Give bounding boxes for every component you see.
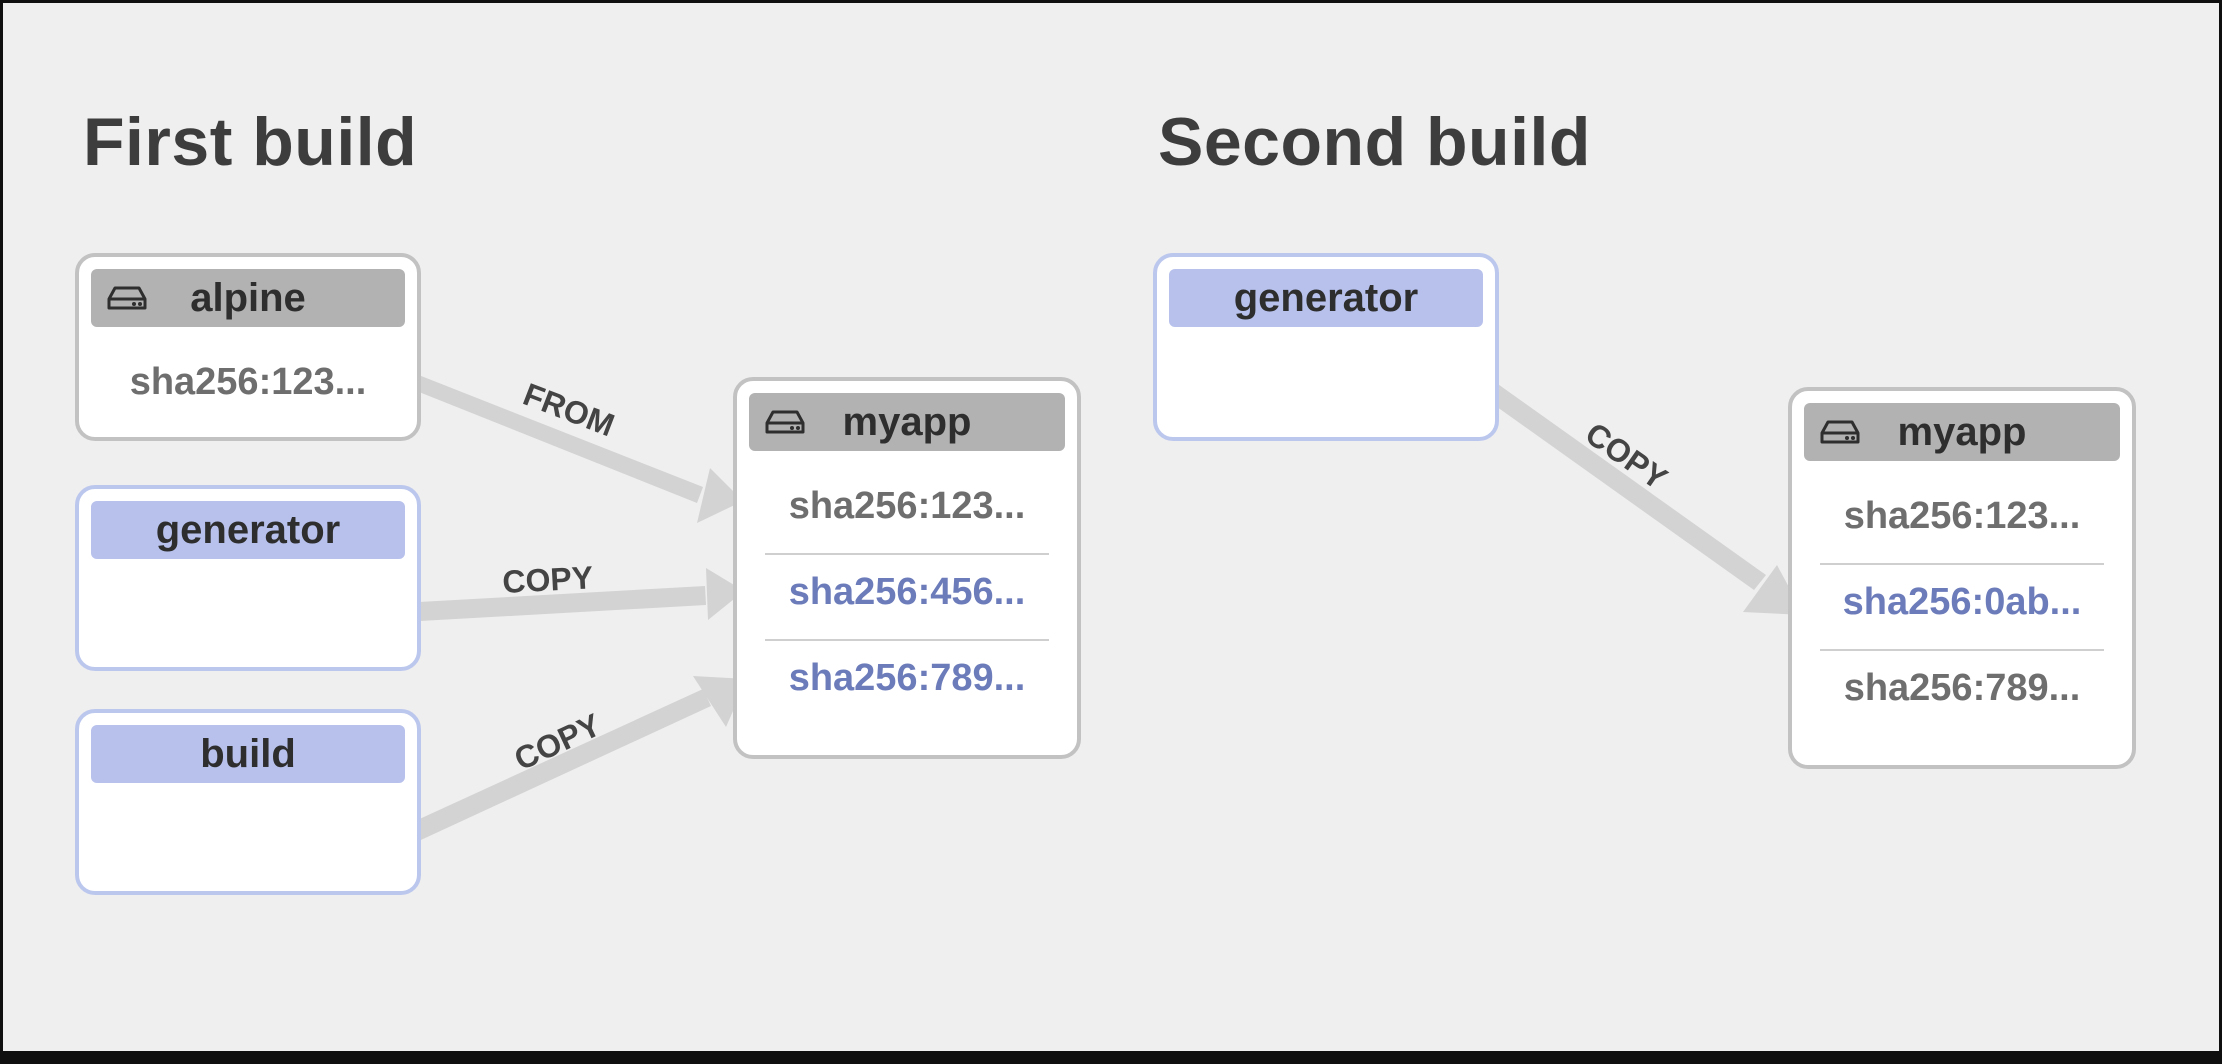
generator-stage-box: generator	[75, 485, 421, 671]
myapp-header-second: myapp	[1804, 403, 2120, 461]
myapp-image-box-first: myapp sha256:123... sha256:456... sha256…	[733, 377, 1081, 759]
myapp-first-layer-3: sha256:789...	[788, 657, 1026, 699]
myapp-first-layer-2: sha256:456...	[788, 571, 1026, 613]
hard-drive-icon	[1820, 420, 1860, 444]
alpine-image-box: alpine sha256:123...	[75, 253, 421, 441]
generator-header-second: generator	[1169, 269, 1483, 327]
myapp-second-layer-3: sha256:789...	[1843, 667, 2081, 709]
alpine-name: alpine	[190, 275, 306, 320]
generator-stage-box-second: generator	[1153, 253, 1499, 441]
hard-drive-icon	[765, 410, 805, 434]
layer-divider	[765, 639, 1049, 641]
myapp-second-layer-1: sha256:123...	[1843, 495, 2081, 537]
build-name: build	[200, 731, 296, 776]
alpine-header: alpine	[91, 269, 405, 327]
myapp-name-first: myapp	[842, 399, 972, 444]
myapp-header-first: myapp	[749, 393, 1065, 451]
copy-arrow-second	[1469, 372, 1766, 590]
layer-divider	[1820, 649, 2104, 651]
generator-header: generator	[91, 501, 405, 559]
layer-divider	[765, 553, 1049, 555]
myapp-image-box-second: myapp sha256:123... sha256:0ab... sha256…	[1788, 387, 2136, 769]
copy-arrow-build	[402, 689, 711, 845]
diagram-slide: First build Second build FROM COPY COPY …	[3, 3, 2219, 1051]
myapp-first-layer-1: sha256:123...	[788, 485, 1026, 527]
build-header: build	[91, 725, 405, 783]
build-stage-box: build	[75, 709, 421, 895]
alpine-layer-1: sha256:123...	[129, 361, 367, 403]
myapp-second-layer-2: sha256:0ab...	[1842, 581, 2082, 623]
generator-name: generator	[155, 507, 341, 552]
layer-divider	[1820, 563, 2104, 565]
generator-name-second: generator	[1233, 275, 1419, 320]
hard-drive-icon	[107, 286, 147, 310]
myapp-name-second: myapp	[1897, 409, 2027, 454]
copy-label-generator: COPY	[501, 559, 593, 600]
